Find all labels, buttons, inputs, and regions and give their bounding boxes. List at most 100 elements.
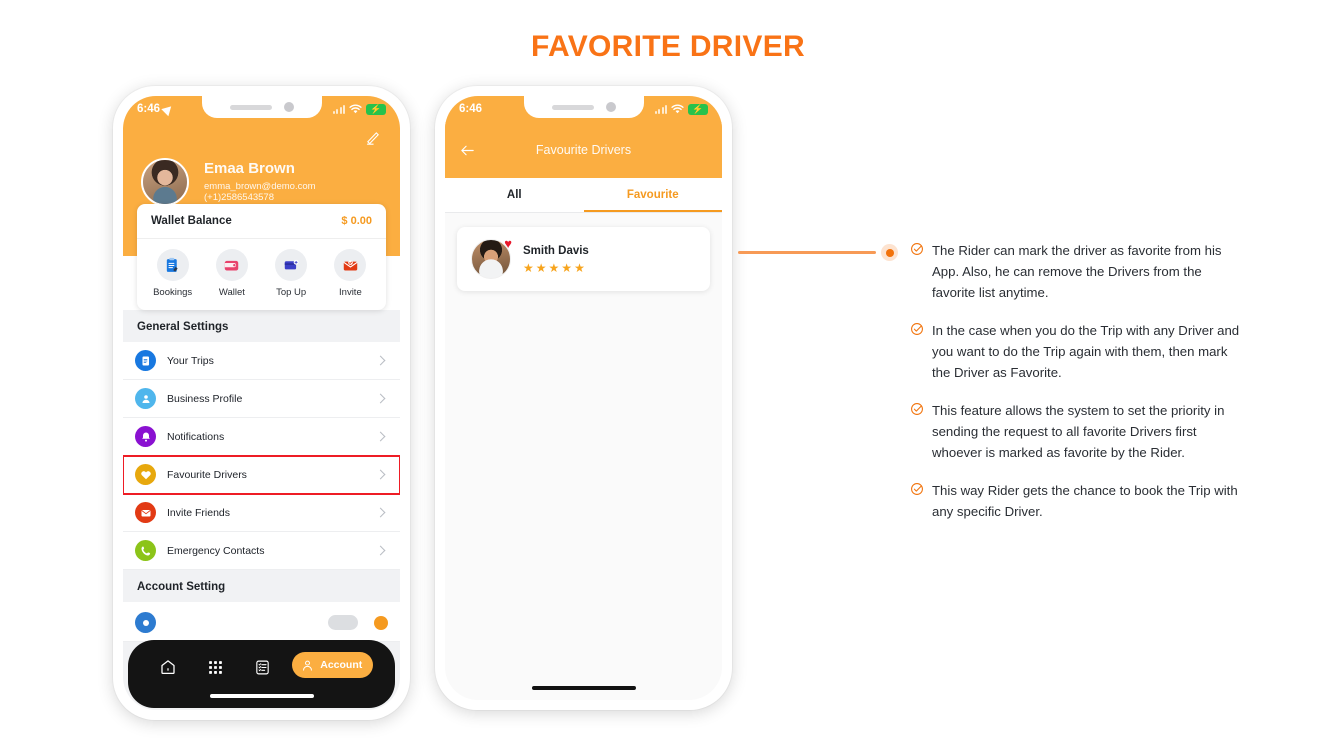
driver-name: Smith Davis: [523, 244, 589, 257]
status-time: 6:46: [137, 103, 161, 115]
account-person-icon: [303, 660, 313, 671]
phone-right-screen: 6:46 ⚡ Favourite Drivers All Favourite ♥…: [445, 96, 722, 700]
chevron-right-icon: [375, 431, 386, 442]
account-setting-heading: Account Setting: [123, 570, 400, 602]
wallet-action-invite[interactable]: Invite: [321, 249, 380, 298]
list-item: In the case when you do the Trip with an…: [910, 320, 1240, 383]
notch-speaker: [551, 104, 594, 110]
heart-filled-icon[interactable]: ♥: [504, 237, 512, 250]
profile-text: Emaa Brown emma_brown@demo.com (+1)25865…: [204, 160, 316, 205]
chevron-right-icon: [375, 393, 386, 404]
avatar: [141, 158, 189, 206]
status-time: 6:46: [459, 103, 483, 115]
nav-account-label: Account: [320, 659, 363, 671]
business-profile-icon: [135, 388, 156, 409]
list-item: This feature allows the system to set th…: [910, 400, 1240, 463]
tab-favourite[interactable]: Favourite: [583, 178, 722, 212]
home-indicator: [209, 694, 314, 698]
driver-info: Smith Davis ★ ★ ★ ★ ★: [523, 245, 589, 274]
nav-list-button[interactable]: [245, 652, 281, 682]
profile-phone: (+1)2586543578: [204, 192, 274, 204]
nav-account-button[interactable]: Account: [292, 652, 374, 678]
badge-dot: [374, 615, 388, 630]
callout-connector-dot: [881, 244, 898, 261]
notch-speaker: [229, 104, 272, 110]
app-bar: Favourite Drivers: [445, 122, 722, 178]
wallet-action-bookings[interactable]: Bookings: [143, 249, 202, 298]
wallet-action-label: Bookings: [153, 287, 193, 298]
wifi-icon: [349, 104, 362, 114]
toggle-switch[interactable]: [328, 615, 358, 630]
notch-camera: [605, 102, 616, 112]
drivers-list: ♥ Smith Davis ★ ★ ★ ★ ★: [445, 213, 722, 700]
signal-dots-icon: [332, 104, 345, 114]
driver-card[interactable]: ♥ Smith Davis ★ ★ ★ ★ ★: [457, 227, 710, 291]
pencil-edit-icon: [366, 131, 379, 145]
circle-check-icon: [910, 482, 924, 522]
setting-row-partial[interactable]: [123, 602, 400, 642]
star-icon: ★: [548, 260, 560, 275]
home-indicator: [531, 686, 636, 690]
setting-label: Favourite Drivers: [167, 468, 247, 481]
list-item: The Rider can mark the driver as favorit…: [910, 240, 1240, 303]
tab-all[interactable]: All: [445, 178, 584, 212]
circle-check-icon: [910, 242, 924, 303]
topup-card-icon: [275, 249, 308, 281]
home-icon: [161, 660, 175, 675]
wallet-action-topup[interactable]: Top Up: [262, 249, 321, 298]
phone-right: 6:46 ⚡ Favourite Drivers All Favourite ♥…: [435, 86, 732, 710]
bullet-text: In the case when you do the Trip with an…: [932, 323, 1240, 380]
notch: [523, 96, 644, 118]
setting-row-business-profile[interactable]: Business Profile: [123, 380, 400, 418]
envelope-invite-icon: [334, 249, 367, 281]
chevron-right-icon: [375, 545, 386, 556]
clipboard-bookings-icon: [156, 249, 189, 281]
setting-row-your-trips[interactable]: Your Trips: [123, 342, 400, 380]
bottom-navigation: Account: [128, 640, 395, 708]
driver-avatar: ♥: [471, 237, 512, 279]
notch: [201, 96, 322, 118]
phone-left-screen: 6:46 ⚡ Emaa Brown emma_brown@demo.com (+…: [123, 96, 400, 710]
trips-icon: [135, 350, 156, 371]
battery-charging-icon: ⚡: [688, 103, 708, 115]
invite-friends-icon: [135, 502, 156, 523]
list-item: This way Rider gets the chance to book t…: [910, 480, 1240, 522]
chevron-right-icon: [375, 507, 386, 518]
setting-row-notifications[interactable]: Notifications: [123, 418, 400, 456]
circle-check-icon: [910, 322, 924, 383]
notch-camera: [283, 102, 294, 112]
setting-row-favourite-drivers[interactable]: Favourite Drivers: [123, 455, 400, 495]
wallet-action-label: Top Up: [276, 287, 307, 298]
wifi-icon: [671, 104, 684, 114]
star-icon: ★: [523, 260, 534, 275]
app-bar-title: Favourite Drivers: [535, 143, 632, 157]
setting-label: Notifications: [167, 430, 225, 443]
wallet-balance-row: Wallet Balance $ 0.00: [137, 204, 386, 239]
signal-dots-icon: [654, 104, 667, 114]
settings-partial-icon: [135, 612, 156, 633]
driver-rating-stars: ★ ★ ★ ★ ★: [523, 262, 589, 274]
nav-grid-button[interactable]: [197, 652, 233, 682]
nav-home-button[interactable]: [150, 652, 186, 682]
profile-name: Emaa Brown: [204, 159, 295, 177]
status-right: ⚡: [654, 103, 708, 115]
setting-row-emergency-contacts[interactable]: Emergency Contacts: [123, 532, 400, 570]
setting-label: Invite Friends: [167, 506, 231, 519]
phone-emergency-icon: [135, 540, 156, 561]
bullet-text: This feature allows the system to set th…: [932, 403, 1225, 460]
wallet-actions: Bookings Wallet Top Up Invite: [137, 239, 386, 310]
setting-row-invite-friends[interactable]: Invite Friends: [123, 494, 400, 532]
star-icon: ★: [574, 260, 585, 275]
phone-left: 6:46 ⚡ Emaa Brown emma_brown@demo.com (+…: [113, 86, 410, 720]
back-arrow-icon[interactable]: [459, 142, 476, 159]
star-icon: ★: [561, 260, 573, 275]
grid-apps-icon: [208, 660, 222, 674]
bell-icon: [135, 426, 156, 447]
list-checklist-icon: [256, 660, 269, 674]
setting-label: Emergency Contacts: [167, 544, 265, 557]
edit-profile-button[interactable]: [123, 122, 400, 152]
wallet-action-wallet[interactable]: Wallet: [202, 249, 261, 298]
chevron-right-icon: [375, 355, 386, 366]
star-icon: ★: [535, 260, 547, 275]
wallet-balance-label: Wallet Balance: [151, 215, 232, 227]
